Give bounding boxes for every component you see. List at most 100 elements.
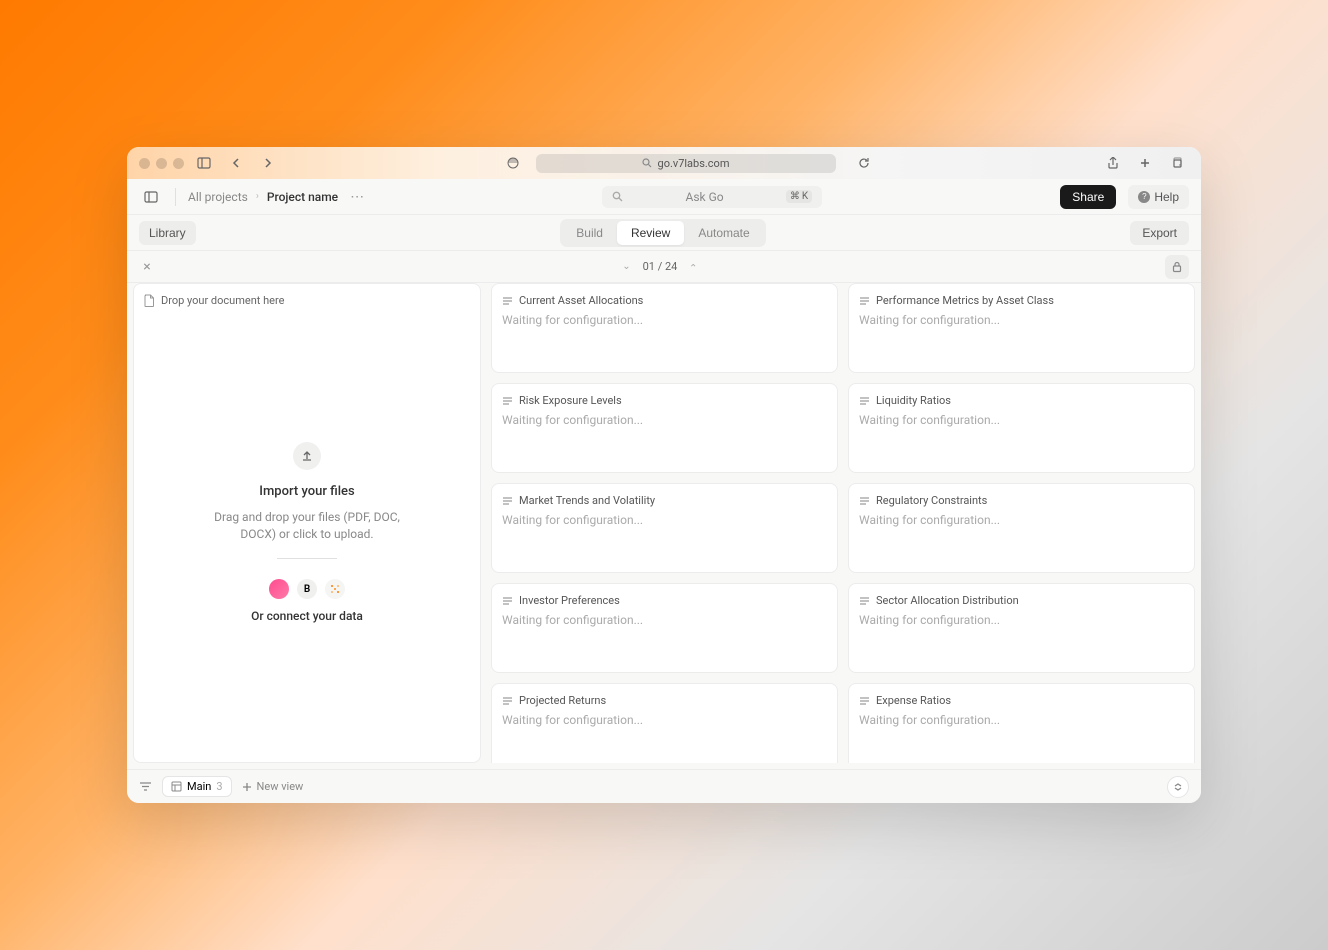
drop-header-text: Drop your document here <box>161 294 284 307</box>
text-icon <box>502 496 513 506</box>
tabs: Build Review Automate <box>560 219 765 247</box>
sidebar-toggle-icon[interactable] <box>192 151 216 175</box>
tab-build[interactable]: Build <box>562 221 617 245</box>
card-title: Investor Preferences <box>519 594 620 607</box>
subheader: Library Build Review Automate Export <box>127 215 1201 251</box>
property-card[interactable]: Investor PreferencesWaiting for configur… <box>491 583 838 673</box>
tab-automate[interactable]: Automate <box>684 221 763 245</box>
url-bar[interactable]: go.v7labs.com <box>536 154 836 173</box>
card-title: Projected Returns <box>519 694 606 707</box>
new-tab-icon[interactable] <box>1133 151 1157 175</box>
new-view-label: New view <box>257 780 304 793</box>
back-icon[interactable] <box>224 151 248 175</box>
card-header: Expense Ratios <box>859 694 1184 707</box>
more-icon[interactable]: ⋯ <box>350 189 364 205</box>
property-card[interactable]: Projected ReturnsWaiting for configurati… <box>491 683 838 763</box>
text-icon <box>859 396 870 406</box>
drop-panel: Drop your document here Import your file… <box>133 283 481 763</box>
card-status: Waiting for configuration... <box>859 413 1184 427</box>
reload-icon[interactable] <box>852 151 876 175</box>
ask-go-input[interactable]: Ask Go ⌘ K <box>602 186 822 208</box>
export-button[interactable]: Export <box>1130 221 1189 245</box>
card-header: Current Asset Allocations <box>502 294 827 307</box>
card-title: Regulatory Constraints <box>876 494 987 507</box>
traffic-light-zoom[interactable] <box>173 158 184 169</box>
grid-icon <box>171 781 182 792</box>
view-chip-main[interactable]: Main 3 <box>162 776 232 797</box>
traffic-light-minimize[interactable] <box>156 158 167 169</box>
card-status: Waiting for configuration... <box>502 413 827 427</box>
card-title: Liquidity Ratios <box>876 394 951 407</box>
text-icon <box>502 596 513 606</box>
card-header: Sector Allocation Distribution <box>859 594 1184 607</box>
lock-button[interactable] <box>1165 255 1189 279</box>
card-header: Market Trends and Volatility <box>502 494 827 507</box>
pagination: ⌄ 01 / 24 ⌄ <box>622 260 698 273</box>
browser-window: go.v7labs.com All projects › Project nam… <box>127 147 1201 803</box>
breadcrumb: All projects › Project name ⋯ <box>188 189 364 205</box>
property-card[interactable]: Current Asset AllocationsWaiting for con… <box>491 283 838 373</box>
property-card[interactable]: Expense RatiosWaiting for configuration.… <box>848 683 1195 763</box>
property-card[interactable]: Risk Exposure Levels Waiting for configur… <box>491 383 838 473</box>
page-next-icon[interactable]: ⌄ <box>689 261 697 272</box>
card-title: Market Trends and Volatility <box>519 494 655 507</box>
filter-icon[interactable] <box>139 781 152 792</box>
tabs-overview-icon[interactable] <box>1165 151 1189 175</box>
ask-go-placeholder: Ask Go <box>631 190 778 204</box>
card-status: Waiting for configuration... <box>859 313 1184 327</box>
integration-icon-2[interactable]: B <box>297 579 317 599</box>
property-card[interactable]: Regulatory Constraints Waiting for config… <box>848 483 1195 573</box>
tab-review[interactable]: Review <box>617 221 684 245</box>
search-icon <box>612 191 623 202</box>
footer: Main 3 New view <box>127 769 1201 803</box>
new-view-button[interactable]: New view <box>242 780 304 793</box>
search-icon <box>642 158 652 168</box>
card-title: Current Asset Allocations <box>519 294 643 307</box>
card-title: Expense Ratios <box>876 694 951 707</box>
card-header: Regulatory Constraints <box>859 494 1184 507</box>
share-chrome-icon[interactable] <box>1101 151 1125 175</box>
breadcrumb-root[interactable]: All projects <box>188 190 248 204</box>
expand-button[interactable] <box>1167 776 1189 798</box>
card-status: Waiting for configuration... <box>502 513 827 527</box>
breadcrumb-current[interactable]: Project name <box>267 190 338 204</box>
import-title: Import your files <box>259 484 354 499</box>
connect-data-text: Or connect your data <box>251 609 363 623</box>
property-card[interactable]: Liquidity Ratios Waiting for configuratio… <box>848 383 1195 473</box>
card-title: Risk Exposure Levels <box>519 394 622 407</box>
text-icon <box>502 296 513 306</box>
forward-icon[interactable] <box>256 151 280 175</box>
card-status: Waiting for configuration... <box>859 513 1184 527</box>
text-icon <box>859 696 870 706</box>
close-icon[interactable]: × <box>139 259 155 275</box>
upload-icon <box>293 442 321 470</box>
library-button[interactable]: Library <box>139 221 196 245</box>
page-bar: × ⌄ 01 / 24 ⌄ <box>127 251 1201 283</box>
text-icon <box>859 296 870 306</box>
drop-header: Drop your document here <box>144 294 470 313</box>
card-header: Risk Exposure Levels <box>502 394 827 407</box>
integration-icon-1[interactable] <box>269 579 289 599</box>
share-button[interactable]: Share <box>1060 185 1116 209</box>
plus-icon <box>242 782 252 792</box>
card-header: Investor Preferences <box>502 594 827 607</box>
text-icon <box>859 596 870 606</box>
text-icon <box>502 396 513 406</box>
traffic-light-close[interactable] <box>139 158 150 169</box>
drop-body[interactable]: Import your files Drag and drop your fil… <box>144 313 470 752</box>
property-card[interactable]: Sector Allocation Distribution Waiting fo… <box>848 583 1195 673</box>
card-status: Waiting for configuration... <box>859 613 1184 627</box>
content: Drop your document here Import your file… <box>127 283 1201 769</box>
text-icon <box>502 696 513 706</box>
integration-icon-3[interactable] <box>325 579 345 599</box>
lock-icon <box>1172 261 1182 273</box>
app-header: All projects › Project name ⋯ Ask Go ⌘ K… <box>127 179 1201 215</box>
app-sidebar-toggle[interactable] <box>139 185 163 209</box>
page-prev-icon[interactable]: ⌄ <box>622 261 630 272</box>
property-card[interactable]: Performance Metrics by Asset Class Waitin… <box>848 283 1195 373</box>
kbd-shortcut: ⌘ K <box>786 190 812 203</box>
privacy-shield-icon[interactable] <box>506 156 520 170</box>
card-header: Performance Metrics by Asset Class <box>859 294 1184 307</box>
property-card[interactable]: Market Trends and Volatility Waiting for … <box>491 483 838 573</box>
help-button[interactable]: ? Help <box>1128 185 1189 209</box>
